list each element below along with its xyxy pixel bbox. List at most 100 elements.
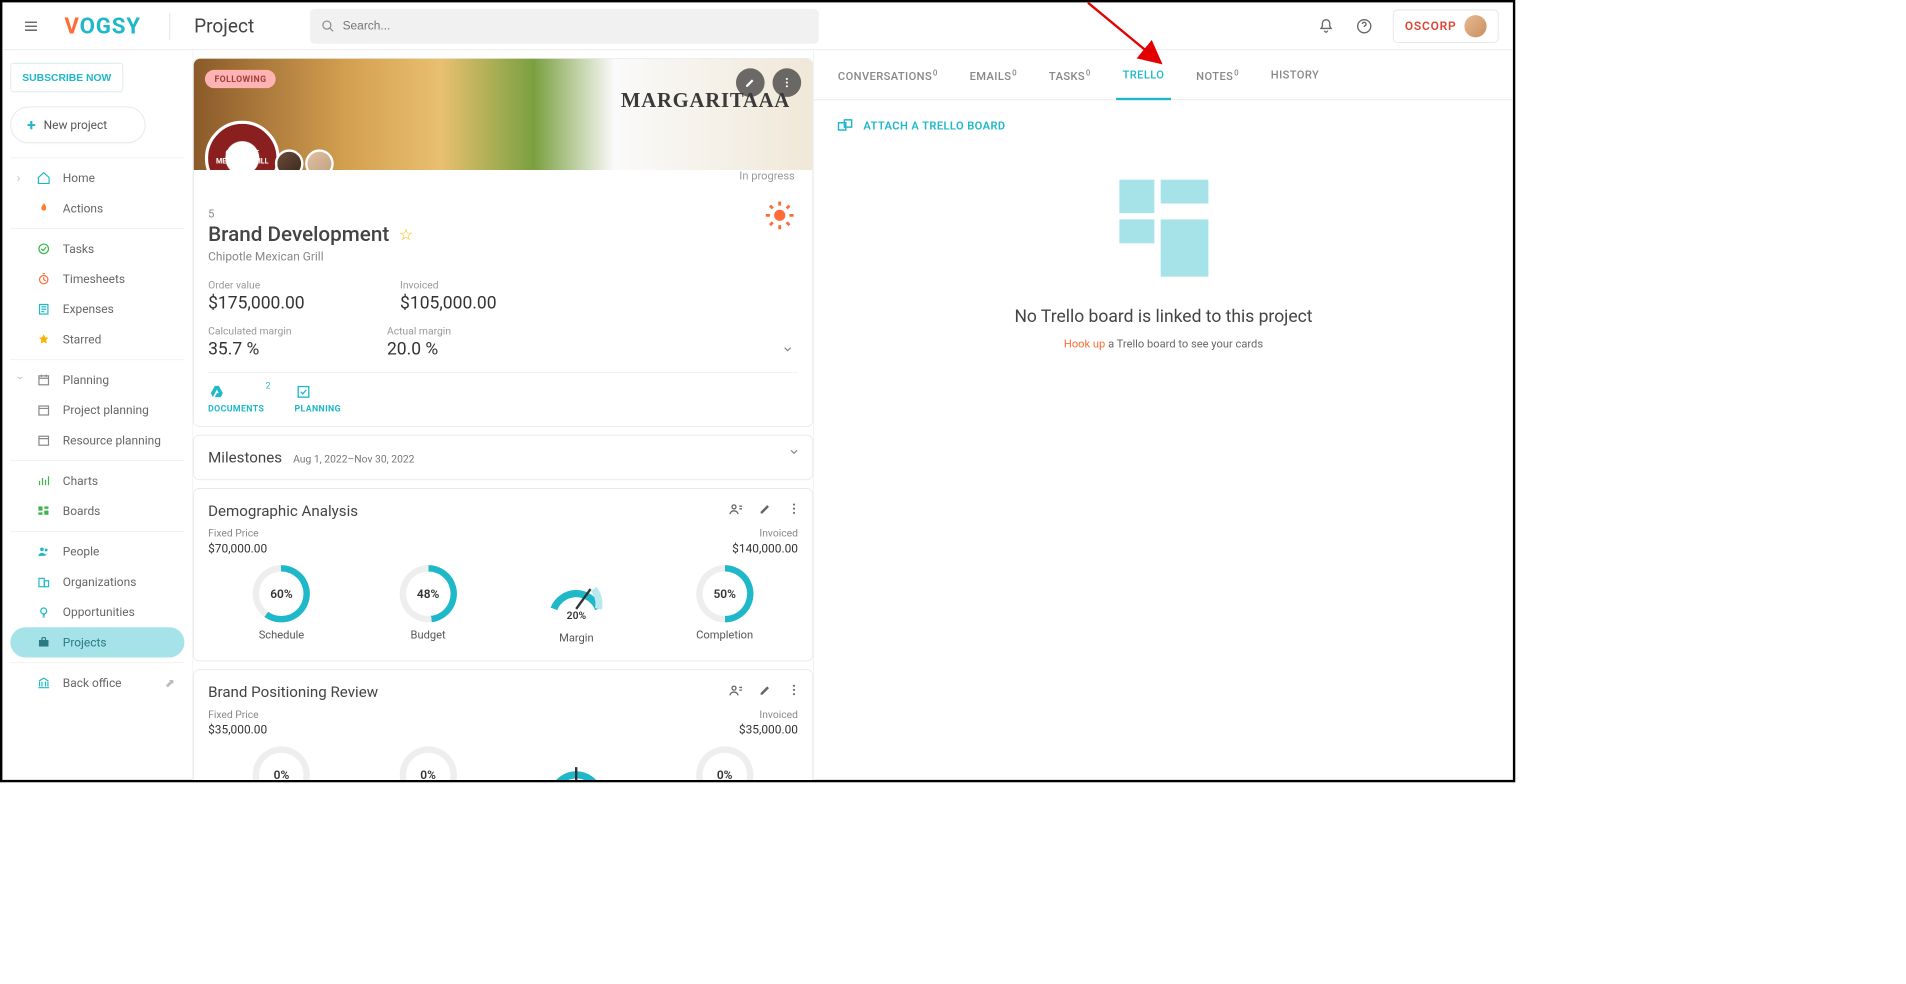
team-avatar-2 bbox=[305, 149, 334, 170]
edit-button[interactable] bbox=[758, 502, 772, 518]
order-value: $175,000.00 bbox=[208, 293, 305, 313]
tab-trello[interactable]: TRELLO bbox=[1107, 50, 1181, 99]
logo[interactable]: VOGSY bbox=[64, 13, 140, 39]
people-icon bbox=[36, 544, 52, 560]
more-vert-icon bbox=[781, 76, 794, 89]
subproject-card: Brand Positioning Review Fixed Price$35,… bbox=[193, 669, 813, 780]
bell-icon bbox=[1317, 17, 1334, 34]
nav-people[interactable]: People bbox=[10, 537, 184, 567]
breadcrumb: Project bbox=[194, 15, 254, 37]
subproject-title: Brand Positioning Review bbox=[208, 683, 798, 701]
pencil-icon bbox=[744, 76, 757, 89]
trello-placeholder-icon bbox=[1119, 179, 1208, 276]
nav-charts[interactable]: Charts bbox=[10, 466, 184, 496]
assign-button[interactable] bbox=[728, 502, 744, 518]
home-icon bbox=[36, 170, 52, 186]
project-title: Brand Development bbox=[208, 223, 389, 247]
building-icon bbox=[36, 574, 52, 590]
new-project-button[interactable]: + New project bbox=[10, 107, 145, 144]
bank-icon bbox=[36, 675, 52, 691]
search-icon bbox=[321, 19, 335, 33]
nav-boards[interactable]: Boards bbox=[10, 496, 184, 526]
trello-empty-hint: Hook up a Trello board to see your cards bbox=[814, 338, 1513, 351]
link-icon bbox=[836, 117, 853, 134]
person-add-icon bbox=[728, 683, 744, 699]
nav-projects[interactable]: Projects bbox=[10, 627, 184, 657]
star-outline-icon[interactable]: ☆ bbox=[399, 225, 413, 244]
tab-notes[interactable]: NOTES0 bbox=[1180, 50, 1255, 99]
more-button[interactable] bbox=[787, 502, 801, 518]
edit-project-button[interactable] bbox=[736, 68, 765, 97]
subproject-title: Demographic Analysis bbox=[208, 502, 798, 520]
expand-milestones[interactable] bbox=[787, 444, 801, 458]
drive-icon bbox=[208, 384, 264, 400]
assign-button[interactable] bbox=[728, 683, 744, 699]
briefcase-icon bbox=[36, 634, 52, 650]
calendar-check-icon bbox=[295, 384, 342, 400]
project-status: In progress bbox=[739, 170, 795, 183]
margin-gauge: 0% bbox=[546, 747, 606, 780]
notifications-button[interactable] bbox=[1317, 16, 1336, 35]
company-switcher[interactable]: OSCORP bbox=[1393, 9, 1499, 42]
nav-starred[interactable]: Starred bbox=[10, 324, 184, 354]
documents-tab[interactable]: 2 DOCUMENTS bbox=[208, 384, 264, 415]
edit-button[interactable] bbox=[758, 683, 772, 699]
tab-history[interactable]: HISTORY bbox=[1255, 50, 1335, 99]
planning-tab[interactable]: PLANNING bbox=[295, 384, 342, 415]
invoiced-value: $105,000.00 bbox=[400, 293, 497, 313]
tab-conversations[interactable]: CONVERSATIONS0 bbox=[822, 50, 954, 99]
nav-project-planning[interactable]: Project planning bbox=[10, 395, 184, 425]
subproject-card: Demographic Analysis Fixed Price$70,000.… bbox=[193, 488, 813, 661]
calculated-margin: 35.7 % bbox=[208, 339, 291, 359]
nav-back-office[interactable]: Back office⬈ bbox=[10, 668, 184, 698]
boards-icon bbox=[36, 503, 52, 519]
help-icon bbox=[1356, 17, 1373, 34]
search-box[interactable] bbox=[310, 8, 819, 43]
nav-home[interactable]: ›Home bbox=[10, 163, 184, 193]
project-number: 5 bbox=[208, 208, 798, 221]
nav-planning[interactable]: ›Planning bbox=[10, 365, 184, 395]
check-icon bbox=[36, 241, 52, 257]
hook-up-link[interactable]: Hook up bbox=[1064, 338, 1105, 351]
receipt-icon bbox=[36, 301, 52, 317]
team-avatar-1 bbox=[275, 149, 304, 170]
tab-emails[interactable]: EMAILS0 bbox=[954, 50, 1033, 99]
help-button[interactable] bbox=[1355, 16, 1374, 35]
nav-resource-planning[interactable]: Resource planning bbox=[10, 425, 184, 455]
project-subtitle: Chipotle Mexican Grill bbox=[208, 250, 798, 264]
pencil-icon bbox=[758, 502, 772, 516]
chevron-down-icon bbox=[787, 444, 801, 458]
nav-tasks[interactable]: Tasks bbox=[10, 234, 184, 264]
more-button[interactable] bbox=[787, 683, 801, 699]
subscribe-button[interactable]: SUBSCRIBE NOW bbox=[10, 63, 123, 92]
bulb-icon bbox=[36, 604, 52, 620]
star-icon bbox=[36, 332, 52, 348]
fire-icon bbox=[36, 200, 52, 216]
actual-margin: 20.0 % bbox=[387, 339, 451, 359]
attach-trello-button[interactable]: ATTACH A TRELLO BOARD bbox=[814, 100, 1513, 152]
nav-opportunities[interactable]: Opportunities bbox=[10, 597, 184, 627]
brand-logo: CHIPOTLEMEXICAN GRILL bbox=[205, 121, 280, 170]
stopwatch-icon bbox=[36, 271, 52, 287]
search-input[interactable] bbox=[343, 19, 808, 33]
following-badge: FOLLOWING bbox=[205, 70, 276, 88]
hamburger-menu[interactable] bbox=[17, 12, 46, 41]
nav-timesheets[interactable]: Timesheets bbox=[10, 264, 184, 294]
tab-tasks[interactable]: TASKS0 bbox=[1033, 50, 1107, 99]
nav-organizations[interactable]: Organizations bbox=[10, 567, 184, 597]
person-add-icon bbox=[728, 502, 744, 518]
project-more-button[interactable] bbox=[773, 68, 802, 97]
calendar-icon bbox=[36, 402, 52, 418]
more-vert-icon bbox=[787, 683, 801, 697]
sidebar: SUBSCRIBE NOW + New project ›Home Action… bbox=[2, 50, 193, 780]
pencil-icon bbox=[758, 683, 772, 697]
nav-actions[interactable]: Actions bbox=[10, 193, 184, 223]
milestones-section[interactable]: Milestones Aug 1, 2022–Nov 30, 2022 bbox=[193, 435, 813, 480]
expand-metrics[interactable] bbox=[781, 342, 795, 356]
chevron-down-icon bbox=[781, 342, 795, 356]
trello-empty-title: No Trello board is linked to this projec… bbox=[814, 307, 1513, 327]
calendar-icon bbox=[36, 372, 52, 388]
nav-expenses[interactable]: Expenses bbox=[10, 294, 184, 324]
company-name: OSCORP bbox=[1405, 19, 1457, 33]
user-avatar bbox=[1464, 15, 1486, 37]
